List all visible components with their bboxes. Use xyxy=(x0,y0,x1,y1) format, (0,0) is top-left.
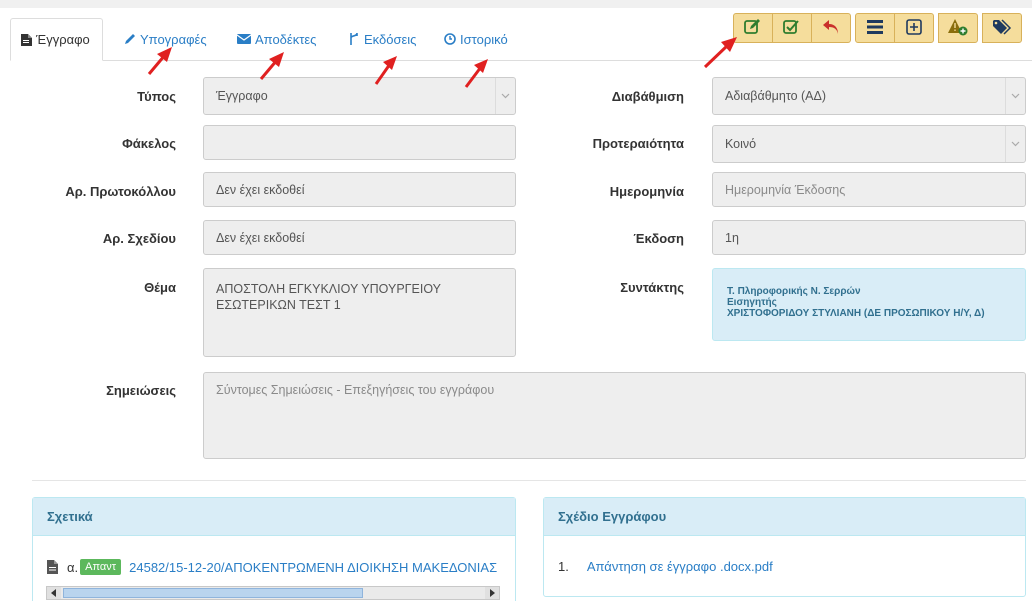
tab-signatures[interactable]: Υπογραφές xyxy=(124,18,207,60)
folder-field[interactable] xyxy=(203,125,516,160)
priority-label: Προτεραιότητα xyxy=(592,136,684,151)
tag-icon xyxy=(992,18,1012,38)
draft-number-label: Αρ. Σχεδίου xyxy=(102,231,176,246)
notes-field[interactable]: Σύντομες Σημειώσεις - Επεξηγήσεις του εγ… xyxy=(203,372,1026,459)
subject-value: ΑΠΟΣΤΟΛΗ ΕΓΚΥΚΛΙΟΥ ΥΠΟΥΡΓΕΙΟΥ ΕΣΩΤΕΡΙΚΩΝ… xyxy=(216,282,441,312)
draft-document-panel-title: Σχέδιο Εγγράφου xyxy=(544,498,1025,536)
protocol-field: Δεν έχει εκδοθεί xyxy=(203,172,516,207)
file-icon xyxy=(47,560,58,574)
plus-square-icon xyxy=(905,18,923,38)
version-value: 1η xyxy=(725,230,739,245)
reply-button[interactable] xyxy=(811,13,851,43)
add-button[interactable] xyxy=(894,13,934,43)
scroll-right-button[interactable] xyxy=(485,587,499,599)
folder-label: Φάκελος xyxy=(122,136,176,151)
version-field: 1η xyxy=(712,220,1026,255)
notes-placeholder: Σύντομες Σημειώσεις - Επεξηγήσεις του εγ… xyxy=(216,383,495,397)
scroll-left-button[interactable] xyxy=(47,587,61,599)
action-toolbar xyxy=(733,13,1022,43)
draft-document-panel: Σχέδιο Εγγράφου 1. Απάντηση σε έγγραφο .… xyxy=(543,497,1026,597)
date-placeholder: Ημερομηνία Έκδοσης xyxy=(725,182,846,197)
scrollbar-thumb[interactable] xyxy=(63,588,363,598)
clock-icon xyxy=(444,33,456,45)
alert-add-button[interactable] xyxy=(938,13,978,43)
chevron-down-icon xyxy=(1005,126,1025,162)
type-label: Τύπος xyxy=(137,89,176,104)
chevron-right-icon xyxy=(490,589,495,597)
related-item-prefix: α. xyxy=(67,559,79,575)
tag-button[interactable] xyxy=(982,13,1022,43)
warning-add-icon xyxy=(947,18,969,39)
chevron-left-icon xyxy=(51,589,56,597)
version-label: Έκδοση xyxy=(633,231,684,246)
section-divider xyxy=(32,480,1026,481)
notes-label: Σημειώσεις xyxy=(106,383,176,398)
tab-recipients[interactable]: Αποδέκτες xyxy=(237,18,316,60)
pencil-icon xyxy=(124,33,136,45)
related-panel-title: Σχετικά xyxy=(33,498,515,536)
chevron-down-icon xyxy=(1005,78,1025,114)
author-name: ΧΡΙΣΤΟΦΟΡΙΔΟΥ ΣΤΥΛΙΑΝΗ (ΔΕ ΠΡΟΣΩΠΙΚΟΥ Η/… xyxy=(727,308,985,319)
subject-field[interactable]: ΑΠΟΣΤΟΛΗ ΕΓΚΥΚΛΙΟΥ ΥΠΟΥΡΓΕΙΟΥ ΕΣΩΤΕΡΙΚΩΝ… xyxy=(203,268,516,357)
tab-baseline xyxy=(10,60,1032,61)
protocol-label: Αρ. Πρωτοκόλλου xyxy=(65,184,176,199)
chevron-down-icon xyxy=(495,78,515,114)
priority-value: Κοινό xyxy=(725,137,757,151)
classification-value: Αδιαβάθμητο (ΑΔ) xyxy=(725,89,827,103)
edit-button[interactable] xyxy=(733,13,773,43)
list-icon xyxy=(866,19,884,38)
tab-document-label: Έγγραφο xyxy=(36,32,90,47)
document-icon xyxy=(20,33,32,46)
check-square-icon xyxy=(783,19,801,38)
priority-select[interactable]: Κοινό xyxy=(712,125,1026,163)
tab-versions-label: Εκδόσεις xyxy=(364,31,417,47)
list-button[interactable] xyxy=(855,13,895,43)
date-field[interactable]: Ημερομηνία Έκδοσης xyxy=(712,172,1026,207)
reply-icon xyxy=(822,19,840,38)
subject-label: Θέμα xyxy=(144,280,176,295)
top-band xyxy=(0,0,1032,8)
tab-recipients-label: Αποδέκτες xyxy=(255,31,317,47)
tab-history-label: Ιστορικό xyxy=(460,31,508,47)
related-item-link[interactable]: 24582/15-12-20/ΑΠΟΚΕΝΤΡΩΜΕΝΗ ΔΙΟΙΚΗΣΗ ΜΑ… xyxy=(129,560,497,575)
horizontal-scrollbar[interactable] xyxy=(46,586,500,600)
classification-select[interactable]: Αδιαβάθμητο (ΑΔ) xyxy=(712,77,1026,115)
type-select[interactable]: Έγγραφο xyxy=(203,77,516,115)
date-label: Ημερομηνία xyxy=(609,184,684,199)
draft-document-link[interactable]: Απάντηση σε έγγραφο .docx.pdf xyxy=(587,559,773,574)
protocol-value: Δεν έχει εκδοθεί xyxy=(216,182,305,197)
draft-number-value: Δεν έχει εκδοθεί xyxy=(216,230,305,245)
reply-badge: Απαντ xyxy=(80,559,122,575)
tab-history[interactable]: Ιστορικό xyxy=(444,18,508,60)
author-department: Τ. Πληροφορικής Ν. Σερρών xyxy=(727,286,861,297)
related-item: α. Απαντ 24582/15-12-20/ΑΠΟΚΕΝΤΡΩΜΕΝΗ ΔΙ… xyxy=(47,559,497,575)
edit-icon xyxy=(744,18,762,38)
author-box: Τ. Πληροφορικής Ν. Σερρών Εισηγητής ΧΡΙΣ… xyxy=(712,268,1026,341)
type-value: Έγγραφο xyxy=(216,89,268,103)
tab-signatures-label: Υπογραφές xyxy=(140,31,207,47)
tab-document[interactable]: Έγγραφο xyxy=(10,18,103,61)
tab-versions[interactable]: Εκδόσεις xyxy=(348,18,416,60)
author-role: Εισηγητής xyxy=(727,297,777,308)
draft-document-item-number: 1. xyxy=(558,559,569,574)
draft-document-item: 1. Απάντηση σε έγγραφο .docx.pdf xyxy=(558,559,773,574)
fork-icon xyxy=(348,33,360,45)
envelope-icon xyxy=(237,33,251,45)
author-label: Συντάκτης xyxy=(620,280,684,295)
approve-button[interactable] xyxy=(772,13,812,43)
classification-label: Διαβάθμιση xyxy=(611,89,684,104)
draft-number-field: Δεν έχει εκδοθεί xyxy=(203,220,516,255)
